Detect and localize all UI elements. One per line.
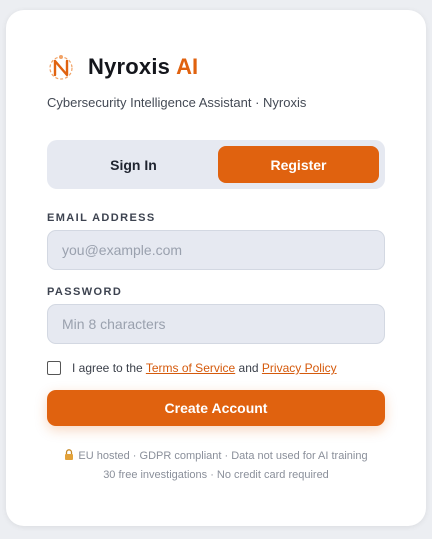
footer-compliance: EU hosted · GDPR compliant · Data not us… [0,449,432,462]
terms-link[interactable]: Terms of Service [146,361,235,375]
password-label: PASSWORD [47,286,123,298]
agree-prefix: I agree to the [72,361,143,375]
tab-register[interactable]: Register [218,146,379,183]
create-account-button[interactable]: Create Account [47,390,385,426]
agree-checkbox[interactable] [47,361,61,375]
password-field[interactable] [47,304,385,344]
agree-text: I agree to the Terms of Service and Priv… [72,361,337,375]
brand-name: Nyroxis [88,54,171,79]
tab-sign-in[interactable]: Sign In [53,146,214,183]
brand-accent: AI [176,54,199,79]
lock-icon [65,449,74,460]
agree-and: and [238,361,259,375]
auth-tabs: Sign In Register [47,140,385,189]
email-label: EMAIL ADDRESS [47,212,156,224]
n-logo-icon [49,55,73,80]
brand-header: Nyroxis AI [46,52,198,82]
privacy-link[interactable]: Privacy Policy [262,361,337,375]
subtitle: Cybersecurity Intelligence Assistant · N… [47,95,307,110]
footer-line2: 30 free investigations · No credit card … [103,469,329,481]
terms-agreement: I agree to the Terms of Service and Priv… [47,361,337,375]
email-field[interactable] [47,230,385,270]
footer-line1: EU hosted · GDPR compliant · Data not us… [78,450,368,462]
